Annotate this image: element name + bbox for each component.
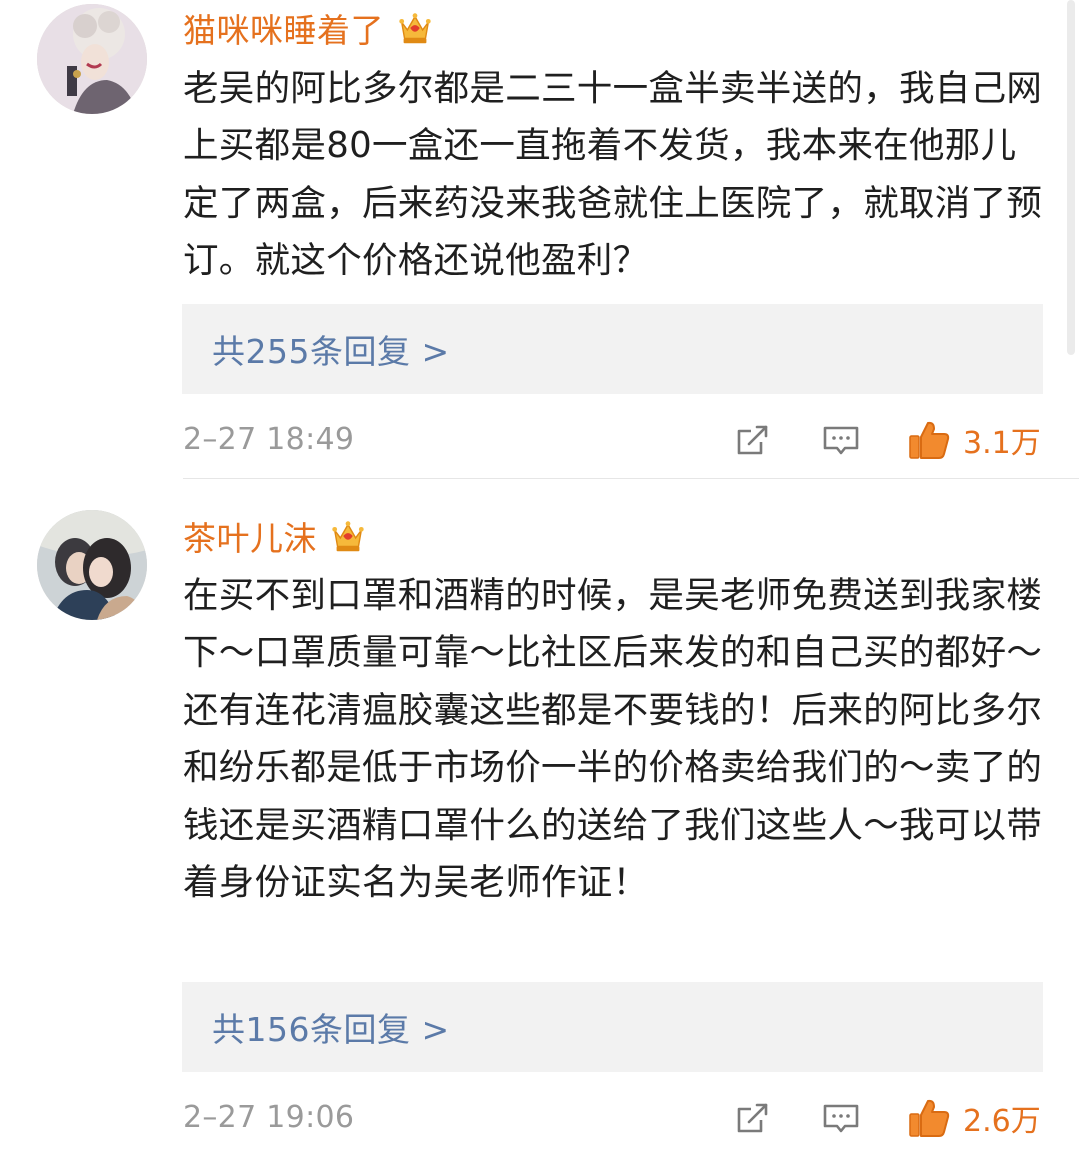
comment-button[interactable] xyxy=(821,420,861,460)
replies-box: 共255条回复 > xyxy=(182,304,1043,394)
username[interactable]: 茶叶儿沫 xyxy=(183,512,317,560)
comment-button[interactable] xyxy=(821,1098,861,1138)
comment-icon xyxy=(823,1104,859,1133)
comment-item: 茶叶儿沫 在买不到口罩和酒精的时候，是吴老师免费送到我家楼下～口罩质量可靠～比社… xyxy=(0,478,1079,1155)
crown-icon xyxy=(332,521,364,552)
avatar-illustration xyxy=(37,4,147,114)
avatar[interactable] xyxy=(37,4,147,114)
like-button[interactable]: 2.6万 xyxy=(907,1094,1041,1142)
view-replies-link[interactable]: 共255条回复 > xyxy=(212,325,450,373)
comment-text: 在买不到口罩和酒精的时候，是吴老师免费送到我家楼下～口罩质量可靠～比社区后来发的… xyxy=(183,575,1043,904)
username-row: 猫咪咪睡着了 xyxy=(183,4,434,52)
username-row: 茶叶儿沫 xyxy=(183,512,367,560)
timestamp: 2–27 18:49 xyxy=(183,422,355,457)
like-count: 2.6万 xyxy=(963,1104,1041,1139)
crown-icon xyxy=(399,13,431,44)
divider xyxy=(183,478,1079,479)
replies-box: 共156条回复 > xyxy=(182,982,1043,1072)
avatar[interactable] xyxy=(37,510,147,620)
share-icon xyxy=(737,1103,768,1133)
comment-text: 老吴的阿比多尔都是二三十一盒半卖半送的，我自己网上买都是80一盒还一直拖着不发货… xyxy=(183,68,1043,282)
timestamp: 2–27 19:06 xyxy=(183,1100,355,1135)
avatar-illustration xyxy=(37,510,147,620)
comment-icon xyxy=(823,426,859,455)
thumbs-up-icon xyxy=(909,1099,950,1137)
share-button[interactable] xyxy=(733,1098,773,1138)
comment-meta: 2–27 18:49 3.1万 xyxy=(183,410,1043,470)
username[interactable]: 猫咪咪睡着了 xyxy=(183,4,384,52)
share-icon xyxy=(737,425,768,455)
view-replies-link[interactable]: 共156条回复 > xyxy=(212,1003,450,1051)
like-count: 3.1万 xyxy=(963,426,1041,461)
comment-item: 猫咪咪睡着了 老吴的阿比多尔都是二三十一盒半卖半送的，我自己网上买都是80一盒还… xyxy=(0,0,1079,478)
comment-meta: 2–27 19:06 2.6万 xyxy=(183,1088,1043,1148)
thumbs-up-icon xyxy=(909,421,950,459)
like-button[interactable]: 3.1万 xyxy=(907,416,1041,464)
share-button[interactable] xyxy=(733,420,773,460)
